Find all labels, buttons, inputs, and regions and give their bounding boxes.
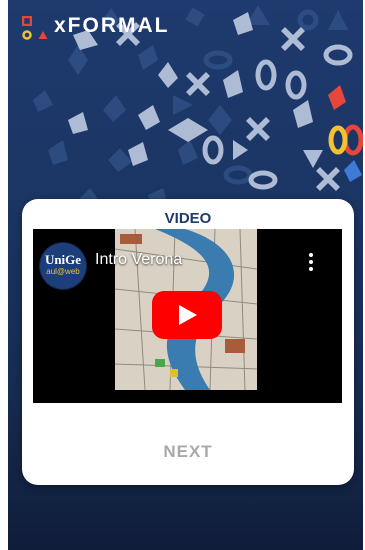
play-button[interactable] [152, 291, 222, 339]
channel-name-line2: aul@web [46, 267, 80, 276]
video-player[interactable]: UniGe aul@web Intro Verona [33, 229, 342, 403]
more-vertical-icon[interactable] [308, 253, 314, 271]
play-icon [179, 305, 197, 325]
next-button[interactable]: NEXT [22, 442, 354, 462]
app-screen: xFORMAL VIDEO UniGe aul@web Intro Verona… [8, 0, 363, 550]
video-card: VIDEO UniGe aul@web Intro Verona NEXT [22, 199, 354, 485]
logo-circle-icon [22, 30, 32, 40]
logo-square-icon [22, 16, 32, 26]
video-title[interactable]: Intro Verona [95, 251, 182, 269]
app-logo: xFORMAL [22, 13, 170, 40]
logo-marks [22, 16, 48, 40]
channel-avatar[interactable]: UniGe aul@web [40, 243, 86, 289]
logo-triangle-icon [38, 31, 48, 39]
card-title: VIDEO [164, 210, 212, 227]
channel-name-line1: UniGe [44, 252, 82, 267]
logo-text: xFORMAL [54, 13, 170, 37]
